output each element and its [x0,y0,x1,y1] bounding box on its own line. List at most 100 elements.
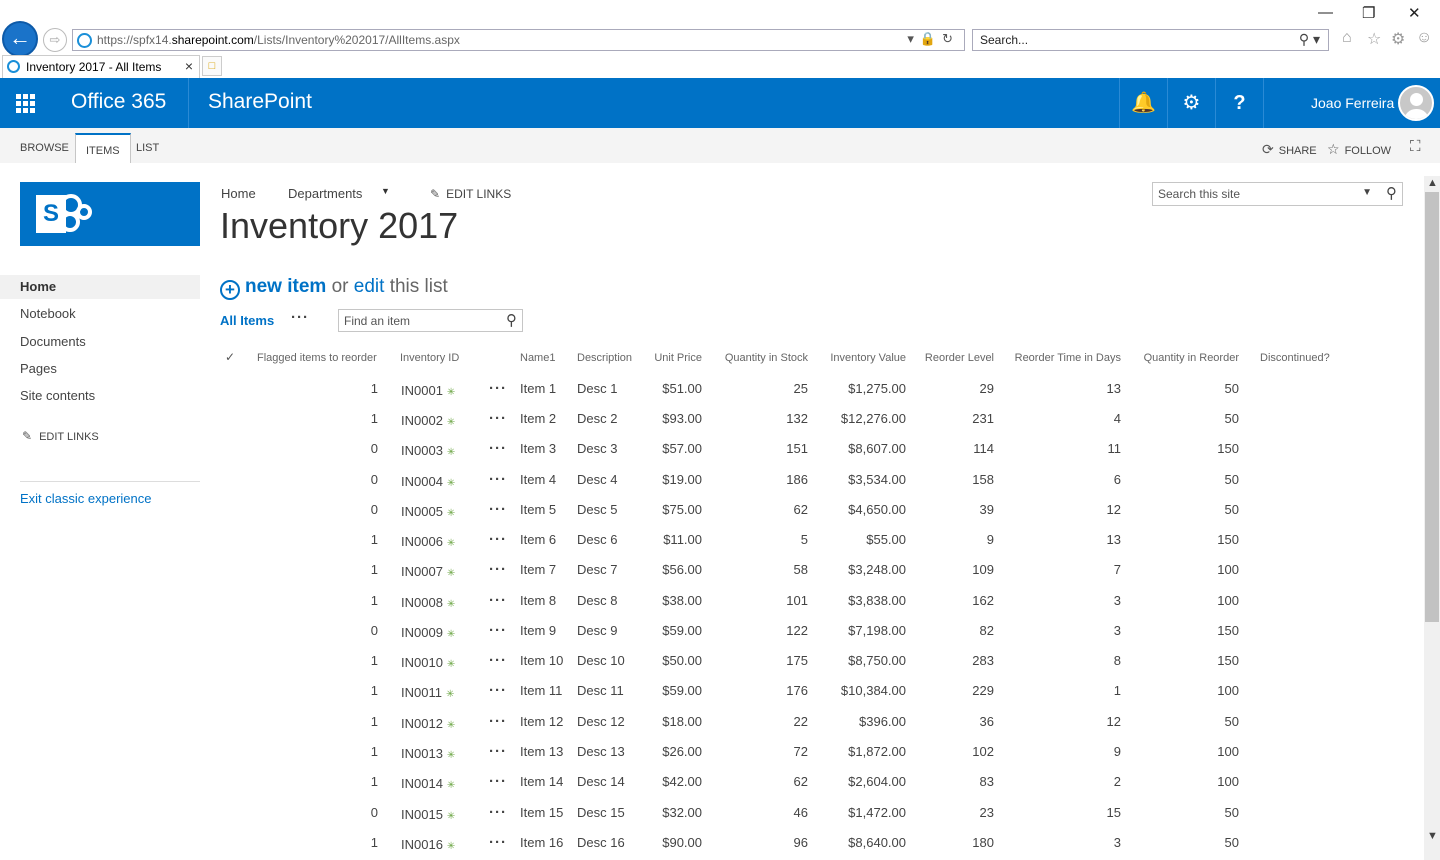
item-menu-ellipsis-icon[interactable]: ··· [489,682,507,699]
scrollbar-thumb[interactable] [1425,192,1439,622]
sharepoint-app-title[interactable]: SharePoint [208,90,312,114]
table-row[interactable]: 0 IN0004 ✳ Item 4 Desc 4 $19.00 186 $3,534.00 15… [220,471,1420,502]
inventory-id-link[interactable]: IN0015 ✳ [401,807,481,822]
settings-gear-icon[interactable]: ⚙ [1167,78,1215,128]
browser-tab[interactable]: Inventory 2017 - All Items × [2,55,200,78]
item-menu-ellipsis-icon[interactable]: ··· [489,652,507,669]
inventory-id-link[interactable]: IN0003 ✳ [401,443,481,458]
app-launcher-icon[interactable] [0,78,50,128]
select-all-checkmark-icon[interactable]: ✓ [225,350,235,364]
search-icon[interactable]: ⚲ [1386,184,1397,202]
column-header[interactable]: Inventory Value [808,352,906,364]
search-icon[interactable]: ⚲ [506,311,517,329]
topnav-departments[interactable]: Departments [288,186,362,201]
column-header[interactable]: Reorder Time in Days [1000,352,1121,364]
inventory-id-link[interactable]: IN0010 ✳ [401,655,481,670]
column-header[interactable]: Reorder Level [900,352,994,364]
item-menu-ellipsis-icon[interactable]: ··· [489,561,507,578]
inventory-id-link[interactable]: IN0001 ✳ [401,383,481,398]
tab-close-icon[interactable]: × [185,58,193,74]
nav-edit-links[interactable]: ✎ EDIT LINKS [22,429,99,443]
item-menu-ellipsis-icon[interactable]: ··· [489,440,507,457]
view-all-items[interactable]: All Items [220,313,274,328]
table-row[interactable]: 1 IN0014 ✳ Item 14 Desc 14 $42.00 62 $2,604.00 8… [220,773,1420,804]
help-icon[interactable]: ? [1215,78,1263,128]
inventory-id-link[interactable]: IN0004 ✳ [401,474,481,489]
edit-list-link[interactable]: edit [354,276,385,297]
dropdown-icon[interactable]: ▾ [907,31,920,46]
nav-item-notebook[interactable]: Notebook [0,302,200,326]
office365-brand[interactable]: Office 365 [71,90,166,114]
site-logo[interactable]: S [20,182,200,246]
table-row[interactable]: 1 IN0016 ✳ Item 16 Desc 16 $90.00 96 $8,640.00 1… [220,834,1420,860]
forward-arrow-icon[interactable]: ⇨ [43,28,67,52]
item-menu-ellipsis-icon[interactable]: ··· [489,743,507,760]
table-row[interactable]: 0 IN0015 ✳ Item 15 Desc 15 $32.00 46 $1,472.00 2… [220,804,1420,835]
restore-icon[interactable]: ❐ [1362,4,1375,22]
column-header[interactable]: Inventory ID [400,352,470,364]
item-menu-ellipsis-icon[interactable]: ··· [489,713,507,730]
nav-item-home[interactable]: Home [0,275,200,299]
topnav-edit-links[interactable]: ✎ EDIT LINKS [430,187,511,201]
item-menu-ellipsis-icon[interactable]: ··· [489,380,507,397]
lock-icon[interactable]: 🔒 [920,31,942,46]
table-row[interactable]: 1 IN0001 ✳ Item 1 Desc 1 $51.00 25 $1,275.00 29 1… [220,380,1420,411]
focus-content-icon[interactable]: ⛶ [1410,138,1421,155]
item-menu-ellipsis-icon[interactable]: ··· [489,501,507,518]
inventory-id-link[interactable]: IN0011 ✳ [401,685,481,700]
avatar[interactable] [1398,85,1434,121]
table-row[interactable]: 1 IN0006 ✳ Item 6 Desc 6 $11.00 5 $55.00 9 13 150 ·… [220,531,1420,562]
feedback-smiley-icon[interactable]: ☺ [1416,29,1432,47]
table-row[interactable]: 1 IN0011 ✳ Item 11 Desc 11 $59.00 176 $10,384.0… [220,682,1420,713]
close-icon[interactable]: ✕ [1408,4,1421,22]
back-arrow-icon[interactable]: ← [2,21,38,57]
vertical-scrollbar[interactable]: ▲ ▼ [1424,176,1440,860]
item-menu-ellipsis-icon[interactable]: ··· [489,531,507,548]
table-row[interactable]: 1 IN0012 ✳ Item 12 Desc 12 $18.00 22 $396.00 36 1… [220,713,1420,744]
address-bar[interactable]: https://spfx14.sharepoint.com/Lists/Inve… [72,29,965,51]
table-row[interactable]: 0 IN0003 ✳ Item 3 Desc 3 $57.00 151 $8,607.00 11… [220,440,1420,471]
item-menu-ellipsis-icon[interactable]: ··· [489,592,507,609]
inventory-id-link[interactable]: IN0008 ✳ [401,595,481,610]
new-item-link[interactable]: new item [245,276,326,297]
item-menu-ellipsis-icon[interactable]: ··· [489,622,507,639]
departments-dropdown-icon[interactable]: ▼ [381,186,390,196]
table-row[interactable]: 1 IN0010 ✳ Item 10 Desc 10 $50.00 175 $8,750.00… [220,652,1420,683]
table-row[interactable]: 1 IN0007 ✳ Item 7 Desc 7 $56.00 58 $3,248.00 109… [220,561,1420,592]
favorites-star-icon[interactable]: ☆ [1367,29,1381,49]
search-scope-dropdown-icon[interactable]: ▼ [1362,187,1372,198]
scroll-down-icon[interactable]: ▼ [1427,830,1438,842]
site-search-input[interactable]: Search this site ▼ ⚲ [1152,182,1403,206]
nav-item-documents[interactable]: Documents [0,330,200,354]
minimize-icon[interactable]: — [1318,4,1333,21]
item-menu-ellipsis-icon[interactable]: ··· [489,773,507,790]
table-row[interactable]: 1 IN0013 ✳ Item 13 Desc 13 $26.00 72 $1,872.00 1… [220,743,1420,774]
table-row[interactable]: 0 IN0009 ✳ Item 9 Desc 9 $59.00 122 $7,198.00 82… [220,622,1420,653]
table-row[interactable]: 0 IN0005 ✳ Item 5 Desc 5 $75.00 62 $4,650.00 39 1… [220,501,1420,532]
share-button[interactable]: ⟳ SHARE [1262,141,1317,158]
inventory-id-link[interactable]: IN0016 ✳ [401,837,481,852]
column-header[interactable]: Quantity in Stock [708,352,808,364]
notifications-bell-icon[interactable]: 🔔 [1119,78,1167,128]
browser-search-box[interactable]: Search... ⚲ ▾ [972,29,1329,51]
search-icon[interactable]: ⚲ ▾ [1299,31,1320,48]
add-circle-icon[interactable]: + [220,280,240,300]
new-tab-icon[interactable]: □ [202,56,222,76]
nav-item-pages[interactable]: Pages [0,357,200,381]
inventory-id-link[interactable]: IN0012 ✳ [401,716,481,731]
ribbon-tab-list[interactable]: LIST [136,142,159,154]
home-icon[interactable]: ⌂ [1342,29,1352,47]
refresh-icon[interactable]: ↻ [942,31,959,46]
find-item-input[interactable]: Find an item ⚲ [338,309,523,332]
column-header[interactable]: Discontinued? [1260,352,1340,364]
item-menu-ellipsis-icon[interactable]: ··· [489,804,507,821]
address-controls[interactable]: ▾🔒↻ [907,31,959,47]
column-header[interactable]: Unit Price [620,352,702,364]
exit-classic-link[interactable]: Exit classic experience [20,491,152,506]
inventory-id-link[interactable]: IN0013 ✳ [401,746,481,761]
scroll-up-icon[interactable]: ▲ [1427,177,1438,189]
item-menu-ellipsis-icon[interactable]: ··· [489,410,507,427]
table-row[interactable]: 1 IN0008 ✳ Item 8 Desc 8 $38.00 101 $3,838.00 16… [220,592,1420,623]
item-menu-ellipsis-icon[interactable]: ··· [489,834,507,851]
inventory-id-link[interactable]: IN0014 ✳ [401,776,481,791]
